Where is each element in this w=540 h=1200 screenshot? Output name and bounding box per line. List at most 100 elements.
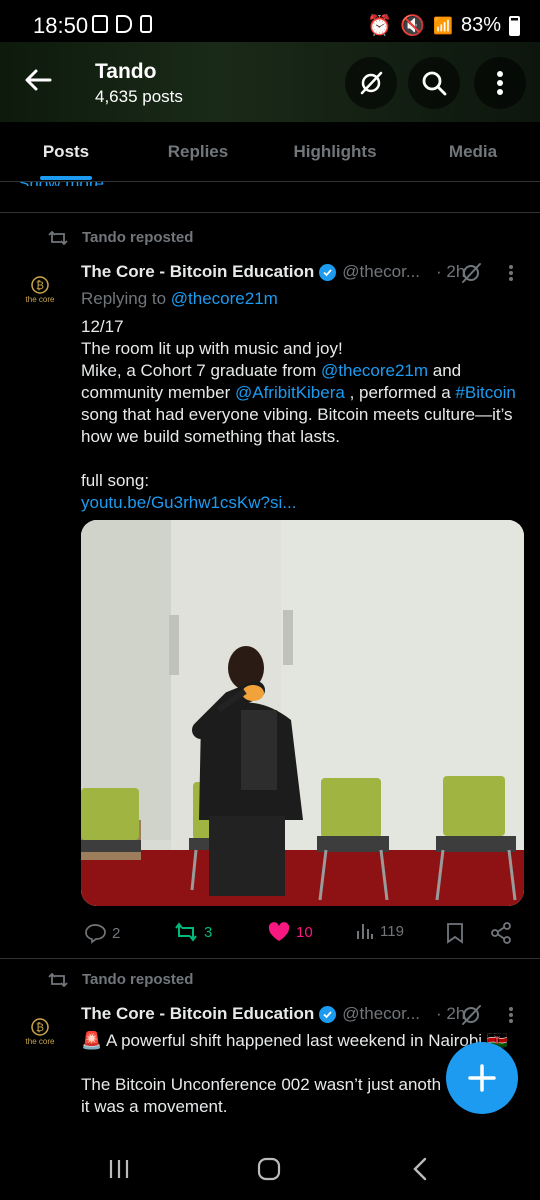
grok-icon (462, 263, 481, 283)
core-logo-icon: ₿ (31, 1018, 49, 1036)
alarm-icon: ⏰ (367, 15, 393, 37)
post-count: 4,635 posts (95, 87, 183, 106)
author-handle[interactable]: @thecor... (342, 262, 420, 282)
more-options-button[interactable] (474, 57, 526, 109)
tab-media[interactable]: Media (406, 123, 540, 181)
reply-icon (85, 924, 106, 944)
like-button[interactable]: 10 (268, 922, 313, 942)
hashtag-link[interactable]: #Bitcoin (455, 383, 515, 402)
url-link[interactable]: youtu.be/Gu3rhw1csKw?si... (81, 492, 531, 514)
bookmark-icon (447, 923, 463, 944)
more-vertical-icon (509, 265, 513, 281)
profile-tabs: Posts Replies Highlights Media (0, 123, 540, 182)
back-button[interactable] (18, 60, 58, 100)
avatar[interactable]: ₿ the core (20, 270, 60, 310)
svg-text:₿: ₿ (36, 279, 44, 292)
more-vertical-icon (509, 1007, 513, 1023)
view-count: 119 (380, 922, 404, 940)
battery-level: 83% (460, 14, 501, 36)
system-back-button[interactable] (412, 1157, 428, 1186)
verified-badge-icon (319, 263, 337, 281)
views-button[interactable]: 119 (356, 922, 404, 940)
grok-explain-button[interactable] (459, 261, 483, 290)
grok-button[interactable] (345, 57, 397, 109)
search-button[interactable] (408, 57, 460, 109)
reply-count: 2 (112, 924, 121, 942)
core-logo-icon: ₿ (31, 276, 49, 294)
tweet-line: full song: (81, 471, 150, 490)
status-time: 18:50 (33, 13, 89, 38)
tab-posts[interactable]: Posts (0, 123, 132, 181)
author-handle[interactable]: @thecor... (342, 1004, 420, 1024)
mention-link[interactable]: @thecore21m (321, 361, 428, 380)
replying-to: Replying to @thecore21m (81, 288, 278, 310)
tweet-line: The room lit up with music and joy! (81, 339, 343, 358)
battery-icon (509, 15, 520, 36)
home-icon (257, 1157, 281, 1181)
tab-highlights[interactable]: Highlights (264, 123, 406, 181)
notification-icons (92, 15, 152, 33)
share-icon (491, 922, 511, 944)
text-span: , performed a (344, 383, 456, 402)
avatar[interactable]: ₿ the core (20, 1012, 60, 1052)
play-store-icon (116, 15, 132, 33)
repost-icon (48, 230, 68, 245)
mute-icon: 🔇 (400, 15, 426, 37)
heart-icon (268, 922, 290, 941)
profile-name: Tando (95, 60, 157, 83)
share-button[interactable] (490, 922, 512, 949)
grok-icon (462, 1005, 481, 1025)
like-count: 10 (296, 923, 313, 941)
tweet-line: Mike, a Cohort 7 graduate from @thecore2… (81, 360, 531, 382)
photo-illustration (81, 520, 524, 906)
reply-button[interactable]: 2 (84, 922, 120, 944)
grok-icon (360, 71, 383, 95)
repost-icon (48, 972, 68, 987)
repost-icon (175, 922, 197, 942)
replying-prefix: Replying to (81, 289, 171, 308)
recent-apps-button[interactable] (108, 1158, 130, 1185)
recent-apps-icon (109, 1160, 129, 1178)
tweet-line: 12/17 (81, 317, 124, 336)
tweet-header: The Core - Bitcoin Education @thecor... … (81, 1004, 465, 1024)
tab-replies[interactable]: Replies (132, 123, 264, 181)
home-button[interactable] (257, 1157, 281, 1186)
more-vertical-icon (497, 71, 503, 95)
chevron-left-icon (413, 1157, 427, 1181)
views-chart-icon (357, 924, 373, 939)
repost-indicator: Tando reposted (48, 971, 193, 988)
text-span: and (428, 361, 462, 380)
compose-button[interactable] (446, 1042, 518, 1114)
tweet-more-button[interactable] (508, 264, 514, 287)
tweet-line: how we build something that lasts. (81, 427, 340, 446)
gallery-icon (92, 15, 108, 33)
grok-explain-button[interactable] (459, 1003, 483, 1032)
divider (0, 212, 540, 213)
author-name[interactable]: The Core - Bitcoin Education (81, 1004, 314, 1024)
tweet-line: community member @AfribitKibera , perfor… (81, 382, 531, 404)
verified-badge-icon (319, 1005, 337, 1023)
repost-count: 3 (204, 923, 213, 941)
repost-indicator: Tando reposted (48, 229, 193, 246)
tweet-header: The Core - Bitcoin Education @thecor... … (81, 262, 465, 282)
wifi-icon: 📶 (433, 17, 453, 35)
plus-icon (468, 1064, 496, 1092)
text-span: Mike, a Cohort 7 graduate from (81, 361, 322, 380)
repost-label: Tando reposted (82, 971, 194, 988)
author-name[interactable]: The Core - Bitcoin Education (81, 262, 314, 282)
repost-button[interactable]: 3 (174, 922, 212, 942)
tweet-photo[interactable] (81, 520, 524, 906)
replying-handle-link[interactable]: @thecore21m (171, 289, 278, 308)
system-icons: ⏰ 🔇 📶 83% (367, 13, 520, 38)
active-tab-indicator (40, 176, 92, 180)
mention-link[interactable]: @AfribitKibera (235, 383, 345, 402)
tweet-text: 12/17 The room lit up with music and joy… (81, 316, 531, 514)
phone-icon (140, 15, 152, 33)
bookmark-button[interactable] (446, 922, 464, 949)
divider (0, 958, 540, 959)
search-icon (422, 71, 447, 96)
tweet-more-button[interactable] (508, 1006, 514, 1029)
text-span: community member (81, 383, 235, 402)
avatar-label: the core (25, 295, 55, 304)
